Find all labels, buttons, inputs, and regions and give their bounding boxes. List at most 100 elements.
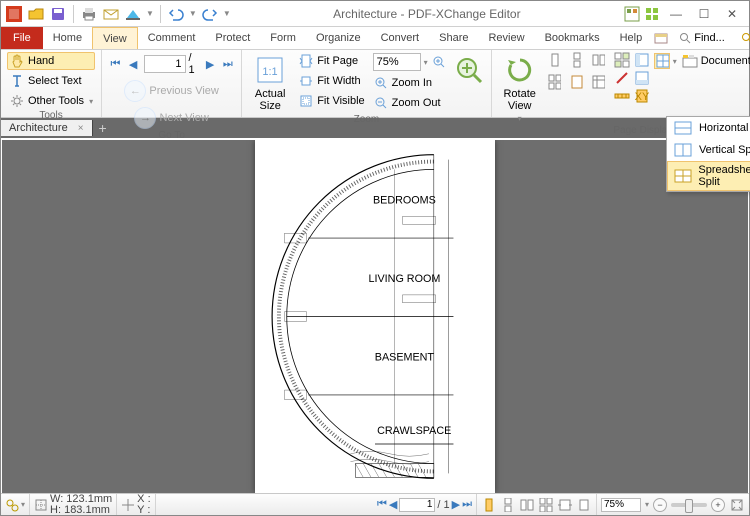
- fit-width-button[interactable]: Fit Width: [296, 72, 366, 90]
- document-tabs-button[interactable]: Document Tabs▾: [680, 52, 750, 70]
- two-continuous-icon[interactable]: [546, 74, 562, 90]
- sb-fit-icon[interactable]: [576, 497, 592, 513]
- menu-help[interactable]: Help: [610, 27, 653, 49]
- sb-two-icon[interactable]: [519, 497, 535, 513]
- find-button[interactable]: Find...: [672, 28, 732, 48]
- sb-zoom-input[interactable]: [601, 498, 641, 512]
- fit-visible-button[interactable]: Fit Visible: [296, 92, 366, 110]
- two-pages-icon[interactable]: [590, 52, 606, 68]
- page-total: / 1: [189, 52, 200, 76]
- single-page-icon[interactable]: [546, 52, 562, 68]
- open-icon[interactable]: [27, 5, 45, 23]
- menu-protect[interactable]: Protect: [205, 27, 260, 49]
- zoom-in-button[interactable]: Zoom In: [371, 74, 449, 92]
- vertical-split-item[interactable]: Vertical Split: [667, 139, 750, 161]
- menu-organize[interactable]: Organize: [306, 27, 371, 49]
- next-view[interactable]: →Next View: [132, 106, 210, 130]
- hand-tool[interactable]: Hand: [7, 52, 95, 70]
- redo-icon[interactable]: [201, 5, 219, 23]
- autoscroll-icon[interactable]: XY: [634, 88, 650, 104]
- print-icon[interactable]: [80, 5, 98, 23]
- sb-zoom-out-icon[interactable]: −: [653, 498, 667, 512]
- menu-review[interactable]: Review: [478, 27, 534, 49]
- save-icon[interactable]: [49, 5, 67, 23]
- prev-page-icon[interactable]: ◀: [126, 56, 141, 72]
- fit-page-button[interactable]: Fit Page: [296, 52, 366, 70]
- other-tools[interactable]: Other Tools▾: [7, 92, 95, 110]
- last-page-icon[interactable]: ⏭: [220, 56, 235, 72]
- document-tab[interactable]: Architecture ×: [1, 120, 93, 136]
- rotate-view-label: Rotate View: [498, 88, 542, 112]
- next-page-icon[interactable]: ▶: [203, 56, 218, 72]
- first-page-icon[interactable]: ⏮: [108, 56, 123, 72]
- sb-zoom-dd-icon[interactable]: ▾: [645, 500, 649, 509]
- sb-first-icon[interactable]: ⏮: [377, 498, 387, 511]
- quickfind-icon[interactable]: [652, 29, 670, 47]
- zoom-out-button[interactable]: Zoom Out: [371, 94, 449, 112]
- sb-fitw-icon[interactable]: [557, 497, 573, 513]
- guides-icon[interactable]: [614, 70, 630, 86]
- sb-cont-icon[interactable]: [500, 497, 516, 513]
- thumbnails-icon[interactable]: [614, 52, 630, 68]
- cover-icon[interactable]: [590, 74, 606, 90]
- document-tab-label: Architecture: [9, 122, 68, 134]
- qat-dropdown-icon[interactable]: ▼: [146, 9, 154, 18]
- scan-icon[interactable]: [124, 5, 142, 23]
- zoom-group-label: Zoom: [248, 114, 485, 125]
- sb-next-icon[interactable]: ▶: [452, 498, 460, 511]
- menu-share[interactable]: Share: [429, 27, 478, 49]
- file-tab[interactable]: File: [1, 27, 43, 49]
- menu-convert[interactable]: Convert: [371, 27, 430, 49]
- continuous-icon[interactable]: [568, 52, 584, 68]
- gaps-icon[interactable]: [568, 74, 584, 90]
- zoom-plus-icon[interactable]: [431, 54, 447, 70]
- zoom-marquee-button[interactable]: [453, 52, 485, 88]
- chevron-down-icon: ▾: [518, 114, 522, 123]
- maximize-button[interactable]: ☐: [691, 4, 717, 24]
- split-icon[interactable]: [654, 53, 670, 69]
- sb-prev-icon[interactable]: ◀: [389, 498, 397, 511]
- sb-zoom-slider[interactable]: [671, 503, 707, 507]
- search-button[interactable]: Search...: [734, 28, 750, 48]
- rulers-icon[interactable]: [614, 88, 630, 104]
- menu-view[interactable]: View: [92, 27, 138, 49]
- sb-height: H: 183.1mm: [50, 505, 112, 516]
- undo-dropdown-icon[interactable]: ▼: [189, 9, 197, 18]
- menu-comment[interactable]: Comment: [138, 27, 206, 49]
- sb-options[interactable]: ▾: [1, 494, 30, 515]
- sb-zoom-fit-icon[interactable]: [729, 497, 745, 513]
- rotate-view-button[interactable]: Rotate View ▾: [498, 52, 542, 125]
- sb-twocont-icon[interactable]: [538, 497, 554, 513]
- zoom-dropdown-icon[interactable]: ▾: [424, 58, 428, 67]
- window-title: Architecture - PDF-XChange Editor: [235, 7, 619, 21]
- menu-bookmarks[interactable]: Bookmarks: [535, 27, 610, 49]
- launch-icon[interactable]: [643, 5, 661, 23]
- menu-home[interactable]: Home: [43, 27, 92, 49]
- minimize-button[interactable]: —: [663, 4, 689, 24]
- email-icon[interactable]: [102, 5, 120, 23]
- sb-page-input[interactable]: [399, 498, 435, 512]
- spreadsheet-split-item[interactable]: Spreadsheet Split: [667, 161, 750, 191]
- previous-view[interactable]: ←Previous View: [122, 79, 221, 103]
- document-viewport[interactable]: BEDROOMS LIVING ROOM BASEMENT CRAWLSPACE: [2, 140, 748, 493]
- ui-options-icon[interactable]: [623, 5, 641, 23]
- sb-zoom-in-icon[interactable]: +: [711, 498, 725, 512]
- menu-form[interactable]: Form: [260, 27, 306, 49]
- svg-text:LIVING ROOM: LIVING ROOM: [369, 273, 441, 285]
- sb-last-icon[interactable]: ⏭: [462, 498, 472, 511]
- redo-dropdown-icon[interactable]: ▼: [223, 9, 231, 18]
- select-text-tool[interactable]: Select Text: [7, 72, 95, 90]
- actual-size-button[interactable]: 1:1 Actual Size: [248, 52, 292, 114]
- undo-icon[interactable]: [167, 5, 185, 23]
- ribbon-group-goto: ⏮ ◀ / 1 ▶ ⏭ ←Previous View →Next View Go…: [102, 50, 242, 117]
- split-dropdown-icon[interactable]: ▾: [673, 57, 677, 66]
- sb-single-icon[interactable]: [481, 497, 497, 513]
- horizontal-split-item[interactable]: Horizontal Split: [667, 117, 750, 139]
- tab-close-icon[interactable]: ×: [78, 123, 84, 134]
- layout-b-icon[interactable]: [634, 70, 650, 86]
- svg-text:BEDROOMS: BEDROOMS: [373, 195, 436, 207]
- page-number-input[interactable]: [144, 55, 186, 73]
- close-button[interactable]: ✕: [719, 4, 745, 24]
- zoom-combo[interactable]: [373, 53, 421, 71]
- layout-a-icon[interactable]: [634, 52, 650, 68]
